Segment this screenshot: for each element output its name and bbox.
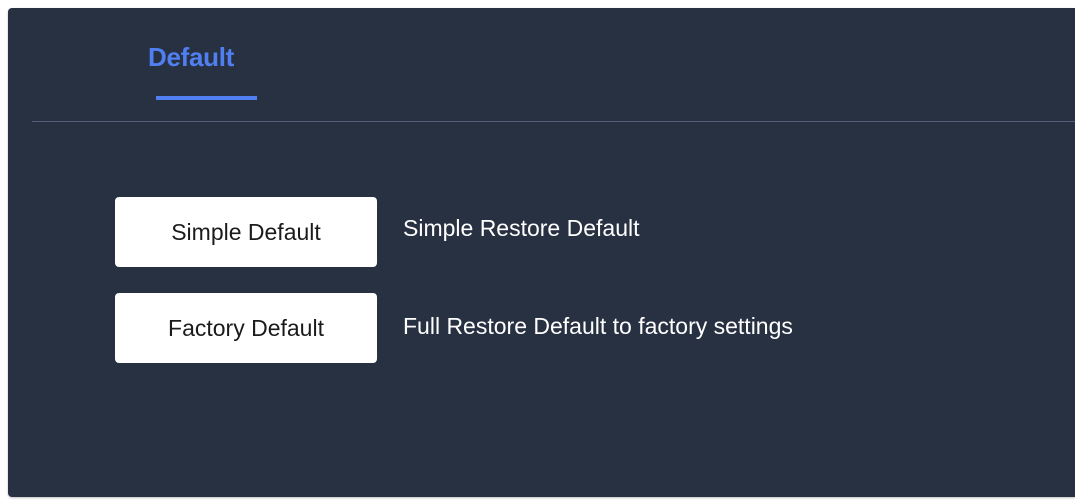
default-settings-panel: Default Simple Default Simple Restore De… bbox=[8, 8, 1075, 497]
factory-default-row: Factory Default Full Restore Default to … bbox=[115, 293, 1015, 363]
tab-bar: Default bbox=[8, 8, 1075, 122]
tab-divider bbox=[32, 121, 1075, 122]
tab-default[interactable]: Default bbox=[148, 38, 268, 100]
factory-default-button[interactable]: Factory Default bbox=[115, 293, 377, 363]
simple-default-row: Simple Default Simple Restore Default bbox=[115, 197, 1015, 267]
tab-default-label: Default bbox=[148, 42, 235, 72]
active-tab-indicator bbox=[156, 96, 257, 100]
simple-default-button[interactable]: Simple Default bbox=[115, 197, 377, 267]
factory-default-description: Full Restore Default to factory settings bbox=[403, 313, 793, 339]
simple-default-description: Simple Restore Default bbox=[403, 215, 640, 241]
